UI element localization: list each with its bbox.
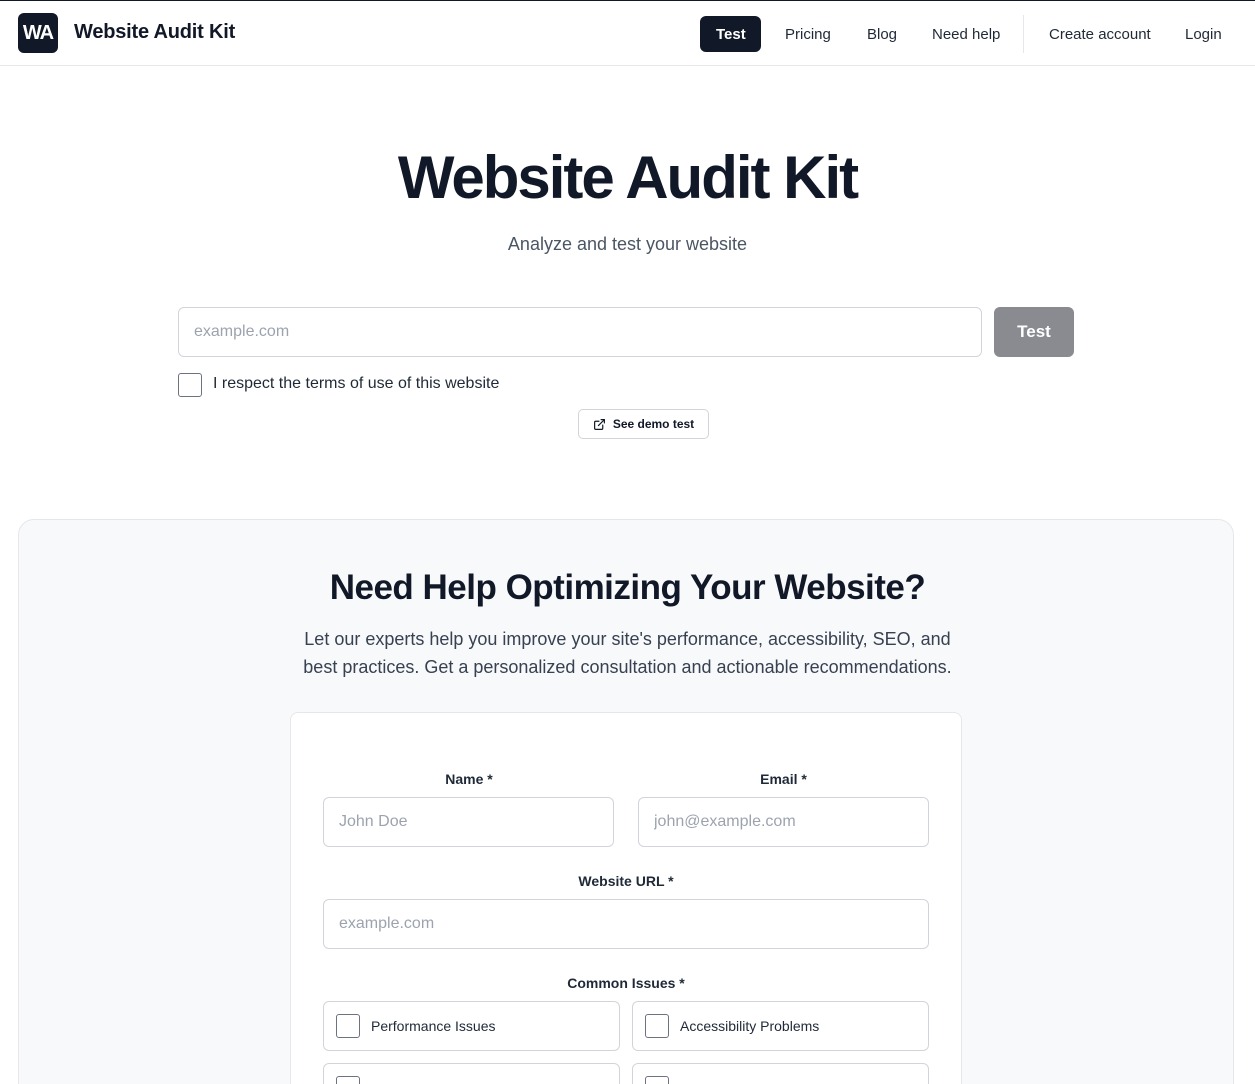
issue-option-4[interactable]: [632, 1063, 929, 1084]
issue-label: Accessibility Problems: [680, 1018, 820, 1034]
hero-subtitle: Analyze and test your website: [507, 234, 748, 254]
issue-option-3[interactable]: [323, 1063, 620, 1084]
brand-name[interactable]: Website Audit Kit: [74, 21, 235, 44]
issue-checkbox[interactable]: [645, 1014, 669, 1038]
nav-need-help[interactable]: Need help: [916, 16, 1016, 52]
nav-divider: [1023, 15, 1024, 53]
common-issues-label: Common Issues *: [567, 975, 685, 991]
name-input[interactable]: [323, 797, 614, 847]
consultation-form: Name * Email * Website URL * Common Issu…: [290, 712, 962, 1084]
issue-option-performance[interactable]: Performance Issues: [323, 1001, 620, 1051]
test-button[interactable]: Test: [994, 307, 1074, 357]
external-link-icon: [593, 418, 605, 430]
nav-test[interactable]: Test: [700, 16, 761, 52]
terms-label: I respect the terms of use of this websi…: [213, 375, 500, 392]
website-url-input[interactable]: [323, 899, 929, 949]
logo[interactable]: WA: [18, 13, 58, 53]
nav-login[interactable]: Login: [1169, 16, 1238, 52]
issue-checkbox[interactable]: [336, 1076, 360, 1084]
issue-checkbox[interactable]: [645, 1076, 669, 1084]
hero-title: Website Audit Kit: [397, 144, 859, 211]
email-label: Email *: [760, 771, 807, 787]
website-url-label: Website URL *: [578, 873, 674, 889]
issue-option-accessibility[interactable]: Accessibility Problems: [632, 1001, 929, 1051]
name-label: Name *: [445, 771, 493, 787]
issue-label: Performance Issues: [371, 1018, 496, 1034]
help-title: Need Help Optimizing Your Website?: [329, 568, 926, 607]
terms-checkbox[interactable]: [178, 373, 202, 397]
nav-pricing[interactable]: Pricing: [769, 16, 847, 52]
email-input[interactable]: [638, 797, 929, 847]
url-input[interactable]: [178, 307, 982, 357]
nav-blog[interactable]: Blog: [851, 16, 913, 52]
nav-create-account[interactable]: Create account: [1033, 16, 1167, 52]
issue-checkbox[interactable]: [336, 1014, 360, 1038]
see-demo-label: See demo test: [612, 417, 695, 431]
see-demo-button[interactable]: See demo test: [578, 409, 709, 439]
help-description: Let our experts help you improve your si…: [303, 629, 952, 677]
top-navbar: WA Website Audit Kit Test Pricing Blog N…: [0, 1, 1255, 66]
